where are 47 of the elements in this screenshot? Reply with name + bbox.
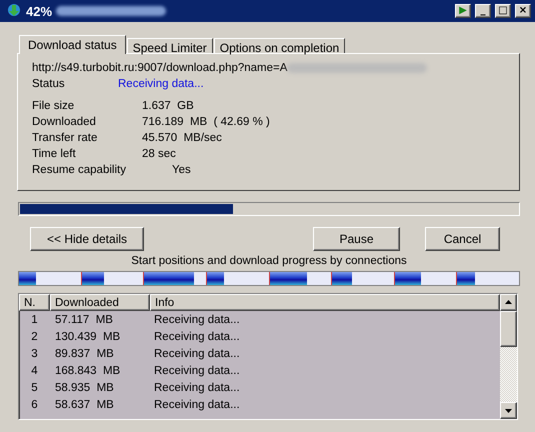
column-header[interactable]: N.	[19, 294, 50, 311]
table-cell-text: 3	[30, 348, 39, 360]
table-cell-text: Receiving data...	[153, 382, 241, 394]
field-value: 28 sec	[142, 148, 176, 160]
table-cell-text: 4	[30, 364, 39, 376]
field-value: Yes	[172, 164, 191, 176]
column-header[interactable]: Downloaded	[50, 294, 150, 311]
tab[interactable]: Speed Limiter	[126, 38, 213, 53]
table-cell-text: Receiving data...	[153, 348, 241, 360]
table-cell-text: 6	[30, 398, 39, 410]
field-label: File size	[32, 100, 76, 112]
maximize-button[interactable]: □	[495, 4, 511, 18]
status-text: Receiving data...	[118, 78, 204, 90]
table-cell-text: 58.637 MB	[54, 398, 115, 410]
tab[interactable]: Download status	[19, 35, 126, 54]
table-cell-text: 130.439 MB	[54, 330, 122, 342]
scroll-down-button[interactable]	[500, 402, 517, 419]
pause-button[interactable]: Pause	[313, 227, 400, 251]
scroll-thumb[interactable]	[500, 311, 517, 347]
table-cell-text: 58.935 MB	[54, 382, 115, 394]
table-cell-text: 1	[30, 314, 39, 326]
field-value: 45.570 MB/sec	[142, 132, 222, 144]
field-label: Downloaded	[32, 116, 97, 128]
table-cell-text: 89.837 MB	[54, 348, 115, 360]
connections-caption: Start positions and download progress by connections	[130, 254, 408, 269]
field-value: 1.637 GB	[142, 100, 194, 112]
table-cell-text: Receiving data...	[153, 330, 241, 342]
column-header[interactable]: Info	[150, 294, 500, 311]
table-cell-text: 57.117 MB	[54, 314, 114, 326]
field-label: Transfer rate	[32, 132, 98, 144]
cancel-button[interactable]: Cancel	[425, 227, 500, 251]
table-cell-text: Receiving data...	[153, 398, 241, 410]
hide-details-button[interactable]: << Hide details	[30, 227, 144, 251]
table-cell-text: 168.843 MB	[54, 364, 122, 376]
tab[interactable]: Options on completion	[214, 38, 346, 53]
download-url: http://s49.turbobit.ru:9007/download.php?name=A	[32, 62, 288, 74]
window-title: 42%	[26, 4, 52, 18]
field-label: Time left	[32, 148, 77, 160]
table-cell-text: 5	[30, 382, 39, 394]
table-cell-text: 2	[30, 330, 39, 342]
close-button[interactable]: ×	[515, 4, 531, 18]
minimize-button[interactable]: _	[475, 4, 491, 18]
table-cell-text: Receiving data...	[153, 314, 241, 326]
table-cell-text: Receiving data...	[153, 364, 241, 376]
scroll-up-button[interactable]	[500, 294, 517, 311]
field-value: 716.189 MB ( 42.69 % )	[142, 116, 270, 128]
field-label: Resume capability	[32, 164, 127, 176]
